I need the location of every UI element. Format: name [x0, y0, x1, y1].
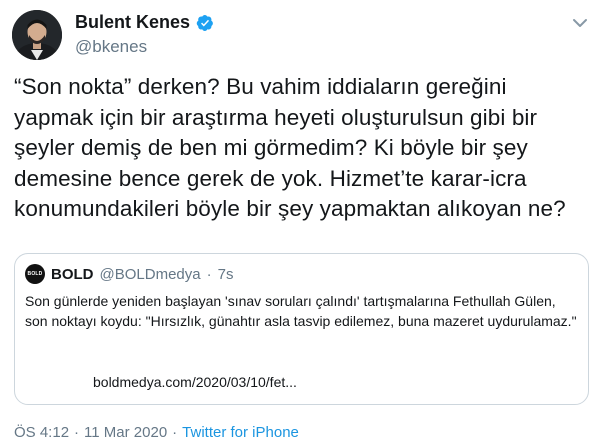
author-avatar[interactable] [12, 10, 62, 60]
chevron-down-icon[interactable] [569, 12, 591, 34]
tweet-time[interactable]: ÖS 4:12 [14, 424, 69, 441]
quoted-tweet[interactable]: BOLD BOLD @BOLDmedya · 7s Son günlerde y… [14, 253, 589, 405]
tweet-card: Bulent Kenes @bkenes “Son nokta” derken?… [0, 0, 605, 448]
author-name-row: Bulent Kenes [75, 12, 214, 33]
quoted-separator: · [206, 265, 212, 283]
quoted-tweet-header: BOLD BOLD @BOLDmedya · 7s [25, 264, 233, 284]
meta-separator: · [74, 424, 80, 441]
meta-separator: · [172, 424, 178, 441]
author-info: Bulent Kenes @bkenes [75, 12, 214, 57]
quoted-author-name: BOLD [51, 265, 94, 283]
verified-badge-icon [196, 14, 214, 32]
quoted-author-handle: @BOLDmedya [99, 265, 201, 283]
tweet-meta: ÖS 4:12 · 11 Mar 2020 · Twitter for iPho… [14, 424, 299, 441]
tweet-date[interactable]: 11 Mar 2020 [84, 424, 167, 441]
author-handle[interactable]: @bkenes [75, 37, 214, 57]
quoted-tweet-text: Son günlerde yeniden başlayan 'sınav sor… [25, 293, 577, 329]
quoted-timestamp: 7s [217, 265, 234, 283]
quoted-author-avatar: BOLD [25, 264, 45, 284]
tweet-source-link[interactable]: Twitter for iPhone [182, 424, 299, 441]
author-display-name[interactable]: Bulent Kenes [75, 12, 190, 33]
tweet-text: “Son nokta” derken? Bu vahim iddiaların … [14, 74, 566, 221]
quoted-tweet-link[interactable]: boldmedya.com/2020/03/10/fet... [93, 374, 297, 390]
